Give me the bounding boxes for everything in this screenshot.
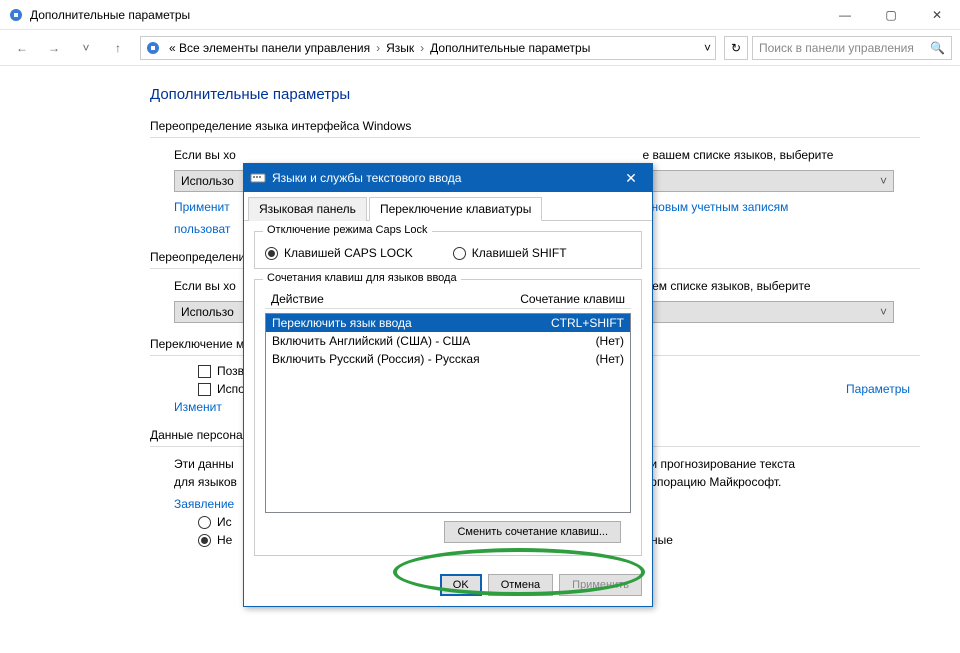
ok-button[interactable]: OK [440,574,482,596]
page-title: Дополнительные параметры [150,86,960,103]
tab-keyboard-switch[interactable]: Переключение клавиатуры [369,197,542,221]
tab-language-bar[interactable]: Языковая панель [248,197,367,221]
breadcrumb-root[interactable]: « Все элементы панели управления [165,41,374,55]
dialog-footer: OK Отмена Применить [244,566,652,606]
capslock-group: Отключение режима Caps Lock Клавишей CAP… [254,231,642,269]
checkbox-icon [198,383,211,396]
apply-link[interactable]: Применит [174,200,233,214]
breadcrumb-current[interactable]: Дополнительные параметры [426,41,594,55]
chevron-down-icon[interactable]: ˅ [704,41,711,55]
list-item[interactable]: Включить Русский (Россия) - Русская (Нет… [266,350,630,368]
control-panel-icon [8,7,24,23]
maximize-button[interactable]: ▢ [868,0,914,30]
tab-strip: Языковая панель Переключение клавиатуры [244,192,652,221]
list-item[interactable]: Включить Английский (США) - США (Нет) [266,332,630,350]
chevron-down-icon: ˅ [880,174,887,188]
actions-list[interactable]: Переключить язык ввода CTRL+SHIFT Включи… [265,313,631,513]
cancel-button[interactable]: Отмена [488,574,553,596]
window-titlebar: Дополнительные параметры — ▢ ✕ [0,0,960,30]
radio-icon [198,516,211,529]
hotkeys-legend: Сочетания клавиш для языков ввода [263,272,461,284]
back-button[interactable]: ← [8,34,36,62]
actions-header: Действие Сочетание клавиш [265,290,631,309]
params-link[interactable]: Параметры [846,382,910,396]
dialog-title: Языки и службы текстового ввода [272,171,616,185]
divider [150,137,920,138]
minimize-button[interactable]: — [822,0,868,30]
address-bar[interactable]: « Все элементы панели управления › Язык … [140,36,716,60]
apply-button[interactable]: Применить [559,574,642,596]
shift-radio[interactable]: Клавишей SHIFT [453,246,567,260]
capslock-radio[interactable]: Клавишей CAPS LOCK [265,246,413,260]
radio-icon [198,534,211,547]
dialog-titlebar[interactable]: Языки и службы текстового ввода ✕ [244,164,652,192]
explorer-nav: ← → ˅ ↑ « Все элементы панели управления… [0,30,960,66]
forward-button[interactable]: → [40,34,68,62]
search-icon: 🔍 [930,41,945,55]
close-button[interactable]: ✕ [914,0,960,30]
chevron-right-icon: › [374,41,382,55]
privacy-link[interactable]: Заявление [174,497,234,511]
capslock-legend: Отключение режима Caps Lock [263,224,432,236]
radio-icon [265,247,278,260]
change-hotkey-button[interactable]: Сменить сочетание клавиш... [444,521,621,543]
search-input[interactable]: Поиск в панели управления 🔍 [752,36,952,60]
hotkeys-group: Сочетания клавиш для языков ввода Действ… [254,279,642,556]
text-services-dialog: Языки и службы текстового ввода ✕ Языков… [243,163,653,607]
dialog-close-button[interactable]: ✕ [616,167,646,189]
radio-icon [453,247,466,260]
control-panel-icon [145,40,161,56]
change-link[interactable]: Изменит [174,400,222,414]
up-button[interactable]: ↑ [104,34,132,62]
search-placeholder: Поиск в панели управления [759,41,914,55]
history-dropdown[interactable]: ˅ [72,34,100,62]
window-title: Дополнительные параметры [30,8,822,22]
checkbox-icon [198,365,211,378]
ui-language-description: Если вы хо е вашем списке языков, выбери… [174,146,920,164]
list-item[interactable]: Переключить язык ввода CTRL+SHIFT [266,314,630,332]
chevron-down-icon: ˅ [880,305,887,319]
chevron-right-icon: › [418,41,426,55]
breadcrumb-lang[interactable]: Язык [382,41,418,55]
users-link[interactable]: пользоват [174,222,230,236]
window-controls: — ▢ ✕ [822,0,960,30]
keyboard-icon [250,170,266,186]
refresh-button[interactable]: ↻ [724,36,748,60]
section-ui-language: Переопределение языка интерфейса Windows [150,119,960,133]
